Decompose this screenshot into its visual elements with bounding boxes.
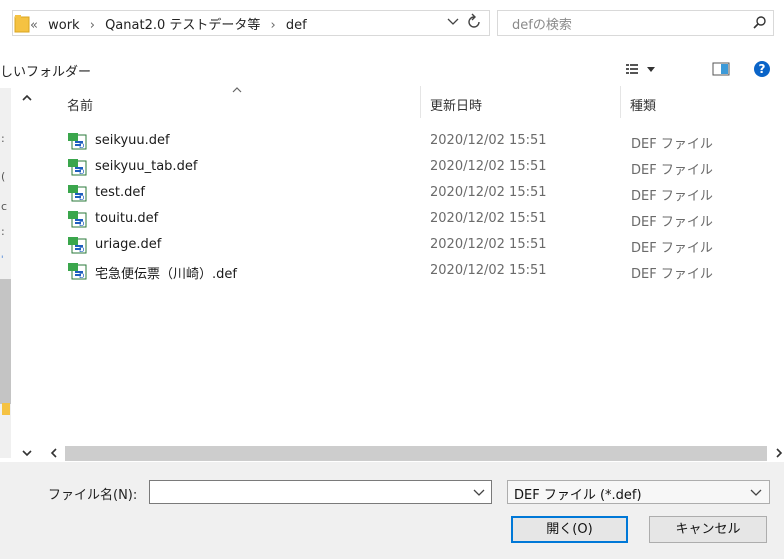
refresh-icon[interactable] xyxy=(466,13,482,31)
filename-dropdown-icon[interactable] xyxy=(473,488,485,498)
filename-label: ファイル名(N): xyxy=(48,488,138,503)
horizontal-scrollbar-thumb[interactable] xyxy=(65,446,767,461)
file-modified: 2020/12/02 15:51 xyxy=(430,185,547,200)
file-type: DEF ファイル xyxy=(631,189,713,204)
navigation-scrollbar-thumb[interactable] xyxy=(0,279,11,404)
breadcrumb-item-def[interactable]: def xyxy=(286,18,307,33)
filename-input[interactable] xyxy=(149,480,492,504)
breadcrumb: « work › Qanat2.0 テストデータ等 › def xyxy=(30,14,307,33)
scroll-left-icon[interactable] xyxy=(49,447,59,459)
file-modified: 2020/12/02 15:51 xyxy=(430,263,547,278)
sort-ascending-icon xyxy=(231,86,243,94)
file-name[interactable]: 宅急便伝票（川崎）.def xyxy=(95,263,237,282)
column-divider xyxy=(420,86,421,118)
svg-text:D: D xyxy=(79,168,84,176)
folder-icon xyxy=(14,13,30,33)
view-options-icon[interactable] xyxy=(625,62,661,76)
file-name[interactable]: uriage.def xyxy=(95,237,161,252)
file-type-value: DEF ファイル (*.def) xyxy=(514,488,642,503)
svg-text:D: D xyxy=(79,246,84,254)
breadcrumb-item-qanat[interactable]: Qanat2.0 テストデータ等 xyxy=(105,18,260,33)
svg-text:D: D xyxy=(79,142,84,150)
file-type: DEF ファイル xyxy=(631,163,713,178)
def-file-icon: D xyxy=(67,158,87,176)
file-type: DEF ファイル xyxy=(631,241,713,256)
help-icon[interactable]: ? xyxy=(753,60,771,78)
def-file-icon: D xyxy=(67,236,87,254)
svg-text:D: D xyxy=(79,220,84,228)
nav-label-5: ' xyxy=(1,255,4,265)
column-header-modified[interactable]: 更新日時 xyxy=(430,95,482,114)
column-header-type[interactable]: 種類 xyxy=(630,95,656,114)
nav-label-1: : xyxy=(1,132,5,145)
nav-folder-icon xyxy=(2,403,10,415)
breadcrumb-separator-icon: › xyxy=(270,18,276,33)
svg-text:D: D xyxy=(79,194,84,202)
chevron-down-icon[interactable] xyxy=(447,17,459,27)
def-file-icon: D xyxy=(67,262,87,280)
file-name[interactable]: seikyuu_tab.def xyxy=(95,159,197,174)
nav-label-2: ( xyxy=(1,170,6,183)
search-input[interactable]: defの検索 xyxy=(512,14,572,33)
file-modified: 2020/12/02 15:51 xyxy=(430,237,547,252)
column-header-name[interactable]: 名前 xyxy=(67,95,93,114)
file-type: DEF ファイル xyxy=(631,137,713,152)
svg-text:D: D xyxy=(79,272,84,280)
preview-pane-icon[interactable] xyxy=(712,62,730,76)
breadcrumb-item-work[interactable]: work xyxy=(48,18,79,33)
bottom-pane xyxy=(0,462,784,559)
file-type: DEF ファイル xyxy=(631,215,713,230)
scroll-up-icon[interactable] xyxy=(21,93,33,103)
nav-label-4: : xyxy=(1,225,5,238)
search-icon[interactable] xyxy=(752,15,768,31)
svg-text:?: ? xyxy=(759,62,766,76)
scroll-down-icon[interactable] xyxy=(21,448,33,458)
def-file-icon: D xyxy=(67,132,87,150)
file-name[interactable]: seikyuu.def xyxy=(95,133,170,148)
file-type-dropdown-icon[interactable] xyxy=(750,488,762,498)
file-modified: 2020/12/02 15:51 xyxy=(430,211,547,226)
breadcrumb-overflow[interactable]: « xyxy=(30,18,38,33)
def-file-icon: D xyxy=(67,210,87,228)
column-divider xyxy=(620,86,621,118)
cancel-button[interactable]: キャンセル xyxy=(649,516,767,543)
file-type: DEF ファイル xyxy=(631,267,713,282)
file-modified: 2020/12/02 15:51 xyxy=(430,133,547,148)
scroll-right-icon[interactable] xyxy=(775,447,784,459)
nav-label-3: c xyxy=(1,200,8,213)
file-modified: 2020/12/02 15:51 xyxy=(430,159,547,174)
new-folder-button[interactable]: しいフォルダー xyxy=(0,61,91,80)
file-name[interactable]: touitu.def xyxy=(95,211,158,226)
file-name[interactable]: test.def xyxy=(95,185,145,200)
breadcrumb-separator-icon: › xyxy=(89,18,95,33)
open-button[interactable]: 開く(O) xyxy=(511,516,628,543)
def-file-icon: D xyxy=(67,184,87,202)
